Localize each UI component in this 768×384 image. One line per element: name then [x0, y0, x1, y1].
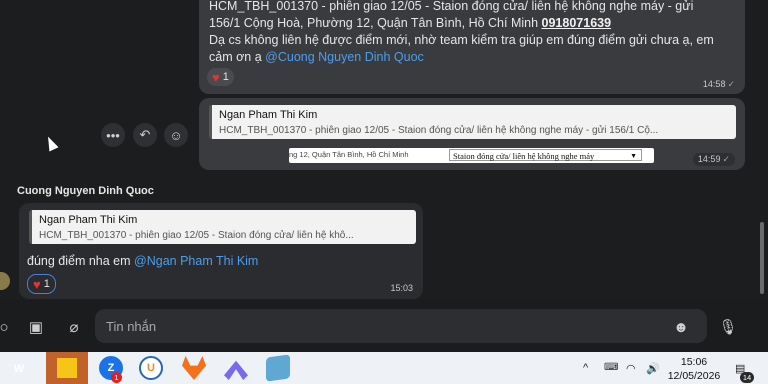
app-label: W [13, 363, 25, 375]
notification-count-badge: 14 [740, 372, 754, 383]
quote-author: Ngan Pham Thi Kim [39, 214, 138, 226]
reaction-button[interactable]: ☺ [164, 123, 188, 147]
time-text: 14:58 [702, 79, 726, 89]
sent-check-icon: ✓ [727, 79, 735, 89]
reaction-count: 1 [43, 278, 50, 290]
quoted-message[interactable]: Ngan Pham Thi Kim HCM_TBH_001370 - phiên… [209, 105, 736, 139]
ultraviewer-icon[interactable]: U [139, 356, 163, 380]
message-bubble-outgoing[interactable]: HCM_TBH_001370 - phiên giao 12/05 - Stai… [199, 0, 745, 94]
sticky-notes-icon [57, 358, 77, 378]
time-text: 14:59 [697, 154, 721, 164]
image-status-select: Staion đóng cửa/ liên hệ không nghe máy … [449, 149, 642, 161]
emoji-icon: ☻ [673, 318, 689, 336]
message-text-end: cảm ơn ạ [209, 50, 262, 64]
gitlab-icon[interactable] [182, 356, 206, 380]
ime-icon[interactable]: ⌨ [604, 362, 618, 373]
message-line: cảm ơn ạ @Cuong Nguyen Dinh Quoc [209, 49, 714, 66]
reply-icon: ↶ [139, 127, 151, 142]
sticker-button[interactable]: ○ [0, 313, 18, 341]
heart-icon: ♥ [33, 276, 41, 292]
volume-icon[interactable]: 🔊 [646, 362, 660, 375]
message-time: 15:03 [390, 283, 413, 293]
emoji-icon: ☺ [169, 127, 183, 143]
composer-bar: ○ ▣ ⌀ ☻ 🎙 [0, 304, 768, 348]
sticker-icon: ○ [0, 318, 9, 336]
scrollbar[interactable] [760, 222, 764, 294]
phone-link[interactable]: 0918071639 [542, 16, 612, 30]
image-icon: ▣ [28, 319, 44, 336]
notepad-icon[interactable] [266, 354, 290, 382]
message-input[interactable] [95, 309, 707, 343]
image-button[interactable]: ▣ [22, 313, 50, 341]
voice-button[interactable]: 🎙 [714, 313, 742, 341]
message-time: 14:58 ✓ [703, 79, 735, 90]
screenshot-image[interactable]: ng 12, Quận Tân Bình, Hồ Chí Minh Staion… [289, 148, 654, 163]
avatar[interactable] [0, 272, 10, 290]
address-text: 156/1 Cộng Hoà, Phường 12, Quận Tân Bình… [209, 16, 539, 30]
quote-text: HCM_TBH_001370 - phiên giao 12/05 - Stai… [39, 230, 354, 241]
clock-time: 15:06 [680, 356, 708, 368]
sticky-notes-tab[interactable] [46, 352, 88, 384]
more-icon: ••• [106, 127, 120, 143]
more-options-button[interactable]: ••• [101, 123, 125, 147]
message-bubble-incoming[interactable]: Ngan Pham Thi Kim HCM_TBH_001370 - phiên… [19, 203, 423, 299]
heart-icon: ♥ [212, 69, 220, 85]
attach-button[interactable]: ⌀ [60, 313, 88, 341]
sent-check-icon: ✓ [722, 154, 730, 164]
dropdown-caret-icon: ▼ [630, 152, 637, 160]
emoji-picker-button[interactable]: ☻ [667, 313, 695, 341]
reaction-badge[interactable]: ♥ 1 [27, 274, 56, 294]
clock-date: 12/05/2026 [667, 370, 721, 382]
message-text: đúng điểm nha em @Ngan Pham Thi Kim [27, 254, 258, 268]
attach-icon: ⌀ [69, 319, 79, 336]
message-line: HCM_TBH_001370 - phiên giao 12/05 - Stai… [209, 0, 694, 13]
message-time: 14:59 ✓ [692, 153, 735, 166]
quote-text: HCM_TBH_001370 - phiên giao 12/05 - Stai… [219, 125, 659, 136]
image-address-text: ng 12, Quận Tân Bình, Hồ Chí Minh [289, 150, 409, 159]
wps-office-icon[interactable]: W [7, 357, 31, 381]
quote-author: Ngan Pham Thi Kim [219, 109, 318, 121]
message-line: đúng điểm nha em [27, 254, 131, 268]
chat-area: HCM_TBH_001370 - phiên giao 12/05 - Stai… [0, 0, 768, 300]
app-label: U [147, 362, 155, 374]
image-select-text: Staion đóng cửa/ liên hệ không nghe máy [453, 151, 595, 161]
reaction-badge[interactable]: ♥ 1 [207, 68, 234, 86]
message-text: HCM_TBH_001370 - phiên giao 12/05 - Stai… [209, 0, 714, 66]
message-line: 156/1 Cộng Hoà, Phường 12, Quận Tân Bình… [209, 15, 714, 32]
mic-icon: 🎙 [718, 319, 738, 336]
unread-badge: 1 [111, 372, 122, 383]
clickup-icon[interactable] [224, 360, 248, 380]
mention-link[interactable]: @Cuong Nguyen Dinh Quoc [265, 50, 424, 64]
message-line: Dạ cs không liên hệ được điểm mới, nhờ t… [209, 33, 714, 47]
taskbar-clock[interactable]: 15:06 12/05/2026 [666, 355, 722, 383]
tray-overflow-chevron-icon[interactable]: ^ [583, 362, 588, 374]
mouse-cursor-icon [43, 134, 59, 152]
reply-button[interactable]: ↶ [133, 123, 157, 147]
quoted-message[interactable]: Ngan Pham Thi Kim HCM_TBH_001370 - phiên… [29, 210, 416, 244]
mention-link[interactable]: @Ngan Pham Thi Kim [134, 254, 258, 268]
wifi-icon[interactable]: ◠ [626, 362, 636, 375]
sender-name: Cuong Nguyen Dinh Quoc [17, 185, 154, 197]
windows-taskbar: W Z 1 U ^ ⌨ ◠ 🔊 ▤ [0, 352, 768, 384]
reaction-count: 1 [222, 71, 229, 83]
